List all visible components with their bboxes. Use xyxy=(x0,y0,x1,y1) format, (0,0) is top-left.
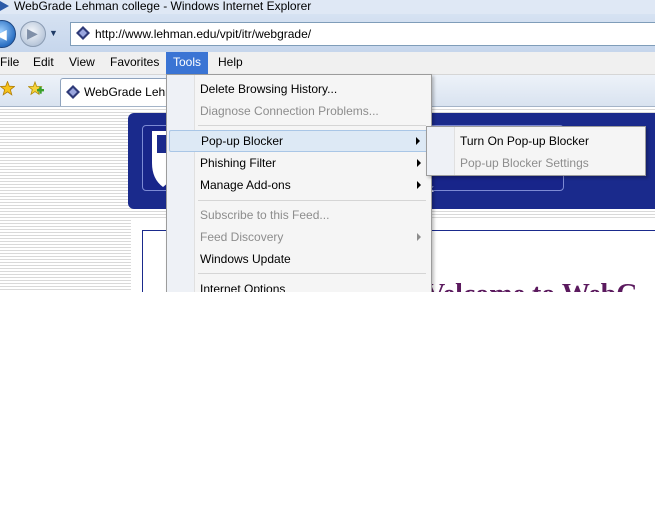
tab-webgrade[interactable]: WebGrade Lehm xyxy=(60,78,182,106)
menu-view[interactable]: View xyxy=(62,52,102,74)
menu-item-windows-update[interactable]: Windows Update xyxy=(167,248,431,270)
history-dropdown-icon[interactable]: ▼ xyxy=(49,28,58,38)
menu-favorites[interactable]: Favorites xyxy=(103,52,166,74)
window-title: WebGrade Lehman college - Windows Intern… xyxy=(14,0,312,13)
site-favicon-icon xyxy=(76,26,90,40)
forward-button[interactable]: ▶ xyxy=(20,21,46,47)
menu-item-feed-discovery: Feed Discovery xyxy=(167,226,431,248)
menu-separator xyxy=(198,125,426,126)
address-url[interactable]: http://www.lehman.edu/vpit/itr/webgrade/ xyxy=(95,26,311,42)
menu-item-phishing-filter[interactable]: Phishing Filter xyxy=(167,152,431,174)
title-bar: WebGrade Lehman college - Windows Intern… xyxy=(0,0,655,14)
menu-item-label: Diagnose Connection Problems... xyxy=(200,104,379,118)
menu-item-internet-options[interactable]: Internet Options xyxy=(167,278,431,292)
tab-label: WebGrade Lehm xyxy=(84,85,176,99)
navigation-bar: ◀ ▶ ▼ http://www.lehman.edu/vpit/itr/web… xyxy=(0,14,655,52)
menu-item-turn-on-popup-blocker[interactable]: Turn On Pop-up Blocker xyxy=(427,130,645,152)
menu-separator xyxy=(198,273,426,274)
menu-item-popup-blocker[interactable]: Pop-up Blocker xyxy=(169,130,429,152)
site-favicon-icon xyxy=(66,85,80,99)
back-button[interactable]: ◀ xyxy=(0,20,16,48)
popup-blocker-submenu: Turn On Pop-up Blocker Pop-up Blocker Se… xyxy=(426,126,646,176)
menu-item-delete-browsing-history[interactable]: Delete Browsing History... xyxy=(167,78,431,100)
menu-item-label: Subscribe to this Feed... xyxy=(200,208,330,222)
welcome-heading: Velcome to WebG xyxy=(425,279,638,292)
back-arrow-icon: ◀ xyxy=(0,26,7,42)
menu-item-label: Pop-up Blocker Settings xyxy=(460,156,589,170)
menu-edit[interactable]: Edit xyxy=(26,52,61,74)
submenu-arrow-icon xyxy=(416,137,420,145)
menu-item-label: Pop-up Blocker xyxy=(201,134,284,148)
menu-help[interactable]: Help xyxy=(211,52,250,74)
address-bar[interactable]: http://www.lehman.edu/vpit/itr/webgrade/ xyxy=(70,22,655,46)
menu-item-label: Delete Browsing History... xyxy=(200,82,338,96)
menu-item-label: Internet Options xyxy=(200,282,286,292)
submenu-arrow-icon xyxy=(417,159,421,167)
menu-item-label: Turn On Pop-up Blocker xyxy=(460,134,589,148)
add-favorite-icon[interactable] xyxy=(28,81,44,97)
tools-menu: Delete Browsing History... Diagnose Conn… xyxy=(166,74,432,292)
submenu-arrow-icon xyxy=(417,181,421,189)
forward-arrow-icon: ▶ xyxy=(27,25,38,41)
menu-item-label: Manage Add-ons xyxy=(200,178,291,192)
menu-file[interactable]: File xyxy=(0,52,26,74)
menu-item-popup-blocker-settings: Pop-up Blocker Settings xyxy=(427,152,645,174)
menu-item-diagnose-connection: Diagnose Connection Problems... xyxy=(167,100,431,122)
menu-item-label: Feed Discovery xyxy=(200,230,284,244)
submenu-arrow-icon xyxy=(417,233,421,241)
menu-item-label: Phishing Filter xyxy=(200,156,277,170)
menu-item-subscribe-feed: Subscribe to this Feed... xyxy=(167,204,431,226)
menu-separator xyxy=(198,200,426,201)
menu-item-label: Windows Update xyxy=(200,252,291,266)
ie-app-icon xyxy=(0,1,9,11)
menu-bar: File Edit View Favorites Tools Help xyxy=(0,52,655,75)
menu-tools[interactable]: Tools xyxy=(166,52,209,74)
menu-item-manage-addons[interactable]: Manage Add-ons xyxy=(167,174,431,196)
favorites-star-icon[interactable] xyxy=(0,81,15,96)
screenshot-region: WebGrade Lehman college - Windows Intern… xyxy=(0,0,655,292)
